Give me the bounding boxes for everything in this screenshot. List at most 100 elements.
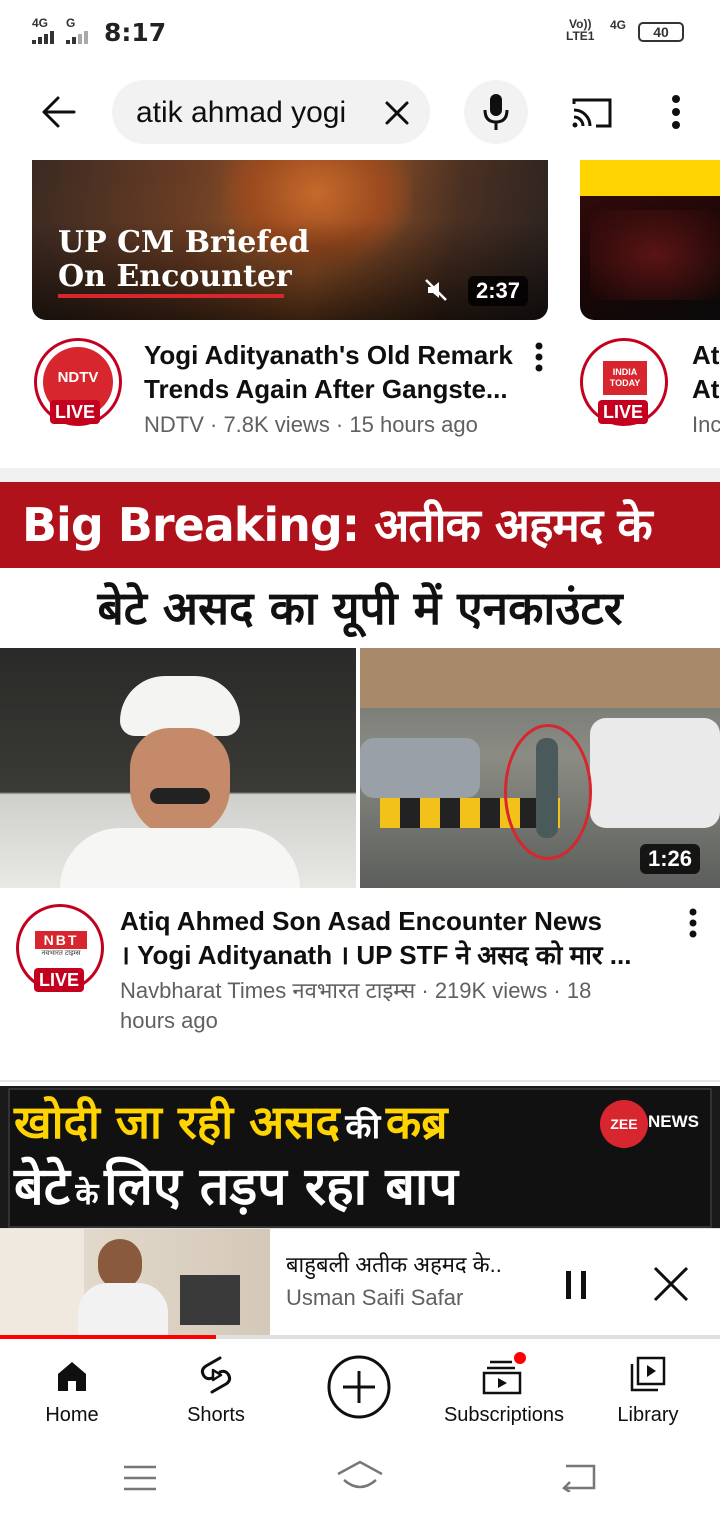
voice-search-button[interactable]	[464, 80, 528, 144]
signal-label-2: G	[66, 16, 76, 30]
shorts-icon	[200, 1356, 232, 1394]
search-input[interactable]: atik ahmad yogi	[112, 80, 430, 144]
thumbnail-caption: UP CM Briefed On Encounter	[58, 226, 309, 294]
section-divider	[0, 1080, 720, 1082]
back-arrow-icon[interactable]	[38, 94, 78, 130]
video-title-partial-2: At	[692, 374, 720, 404]
thumbnail-headline-2: बेटे के लिए तड़प रहा बाप	[14, 1154, 458, 1228]
photo-car-1	[360, 738, 480, 798]
nav-subscriptions-label: Subscriptions	[443, 1404, 565, 1426]
search-header: atik ahmad yogi	[0, 64, 720, 160]
video-subtitle: NDTV · 7.8K views · 15 hours ago	[144, 412, 478, 437]
nbt-logo-text: NBT	[35, 931, 87, 949]
video-thumbnail[interactable]: UP CM Briefed On Encounter 2:37	[32, 160, 548, 320]
menu-icon[interactable]	[122, 1464, 158, 1492]
thumb-shelf	[180, 1275, 240, 1325]
signal-label-1: 4G	[32, 16, 49, 30]
mini-player-title: बाहुबली अतीक अहमद के..	[286, 1252, 502, 1277]
video-meta[interactable]: Yogi Adityanath's Old Remark Trends Agai…	[144, 338, 524, 440]
live-badge-partial: LIVE	[598, 400, 649, 424]
photo-storefront	[360, 648, 720, 708]
mini-player-thumbnail[interactable]	[0, 1229, 270, 1337]
video-title-line1: Atiq Ahmed Son Asad Encounter News	[120, 906, 603, 936]
more-vert-icon[interactable]	[534, 342, 544, 372]
close-icon[interactable]	[384, 100, 410, 126]
video-subtitle-line1: Navbharat Times नवभारत टाइम्स · 219K vie…	[120, 978, 592, 1003]
create-icon	[327, 1355, 391, 1419]
subscriptions-icon	[482, 1352, 526, 1395]
mic-icon	[483, 94, 509, 130]
lte-label: LTE1	[566, 29, 595, 43]
thumb-wall	[0, 1229, 84, 1337]
nav-shorts-label: Shorts	[187, 1404, 245, 1426]
video-title-line1: Yogi Adityanath's Old Remark	[144, 340, 513, 370]
thumbnail-photo-left	[0, 648, 356, 888]
zee-headline-f: लिए तड़प रहा बाप	[104, 1157, 458, 1217]
zee-headline-d: बेटे	[14, 1157, 70, 1217]
back-button-icon[interactable]	[560, 1462, 598, 1492]
signal-icon-2	[66, 31, 88, 44]
zee-headline-a: खोदी जा रही असद	[14, 1095, 340, 1149]
zee-logo: ZEE	[600, 1100, 648, 1148]
mini-player-progress-fill	[0, 1335, 216, 1339]
signal-icon	[32, 31, 54, 44]
mini-player-progress-track	[0, 1335, 720, 1339]
video-thumbnail[interactable]: खोदी जा रही असद की कब्र ZEE NEWS बेटे के…	[0, 1086, 720, 1228]
search-query: atik ahmad yogi	[136, 96, 347, 129]
thumbnail-caption-line1: UP CM Briefed	[58, 225, 310, 260]
photo-person	[536, 738, 558, 838]
volte-indicator: Vo)) LTE1	[566, 18, 594, 42]
video-title-line2: Trends Again After Gangste...	[144, 374, 508, 404]
nbt-logo-sub: नवभारत टाइम्स	[41, 950, 81, 957]
home-button-icon[interactable]	[336, 1460, 384, 1494]
close-icon[interactable]	[652, 1265, 690, 1303]
video-subtitle-line2: hours ago	[120, 1008, 218, 1033]
mute-icon[interactable]	[424, 278, 448, 302]
photo-clothing	[60, 828, 300, 888]
india-today-logo-line1: INDIA	[612, 367, 638, 377]
video-duration: 2:37	[468, 276, 529, 306]
video-title-line2: । Yogi Adityanath । UP STF ने असद को मार…	[120, 940, 632, 970]
nav-home-label: Home	[45, 1404, 99, 1426]
pause-icon[interactable]	[564, 1269, 588, 1301]
live-badge: LIVE	[50, 400, 101, 424]
mini-player[interactable]: बाहुबली अतीक अहमद के.. Usman Saifi Safar	[0, 1228, 720, 1340]
photo-face	[130, 728, 230, 838]
section-divider	[0, 468, 720, 482]
photo-car-2	[590, 718, 720, 828]
video-subtitle-partial: Inc	[692, 412, 720, 437]
status-bar: 4G G 8:17 Vo)) LTE1 4G 40	[0, 0, 720, 64]
clock: 8:17	[104, 18, 167, 47]
video-title-partial-1: At	[692, 340, 720, 370]
video-meta[interactable]: Atiq Ahmed Son Asad Encounter News । Yog…	[120, 904, 660, 1036]
mini-player-channel: Usman Saifi Safar	[286, 1285, 464, 1310]
thumb-person-head	[98, 1239, 142, 1289]
library-icon	[630, 1356, 666, 1392]
more-vert-icon[interactable]	[670, 94, 682, 130]
video-duration: 1:26	[640, 844, 701, 874]
zee-headline-e: के	[75, 1177, 99, 1212]
cast-icon[interactable]	[570, 96, 614, 130]
india-today-logo: INDIA TODAY	[603, 361, 647, 395]
home-icon	[58, 1362, 86, 1391]
video-meta-partial[interactable]: At At Inc	[692, 338, 720, 440]
photo-mustache	[150, 788, 210, 804]
live-badge: LIVE	[34, 968, 85, 992]
thumbnail-headline-1: खोदी जा रही असद की कब्र	[14, 1092, 447, 1163]
video-thumbnail-partial[interactable]	[580, 160, 720, 320]
india-today-logo-line2: TODAY	[609, 378, 641, 388]
battery-indicator: 40	[638, 22, 684, 42]
thumbnail-graphic	[590, 210, 720, 300]
nbt-logo: NBT नवभारत टाइम्स	[35, 931, 87, 958]
nav-library-label: Library	[617, 1404, 679, 1426]
video-thumbnail[interactable]: Big Breaking: अतीक अहमद के बेटे असद का य…	[0, 482, 720, 888]
zee-logo-news: NEWS	[648, 1112, 699, 1131]
photo-separator	[356, 648, 360, 888]
zee-headline-c: कब्र	[385, 1095, 448, 1149]
thumbnail-caption-line2: On Encounter	[58, 259, 292, 294]
more-vert-icon[interactable]	[688, 908, 698, 938]
system-navigation-bar	[0, 1440, 720, 1520]
thumb-person-body	[78, 1283, 168, 1337]
network-label: 4G	[610, 18, 627, 32]
photo-turban	[120, 676, 240, 736]
